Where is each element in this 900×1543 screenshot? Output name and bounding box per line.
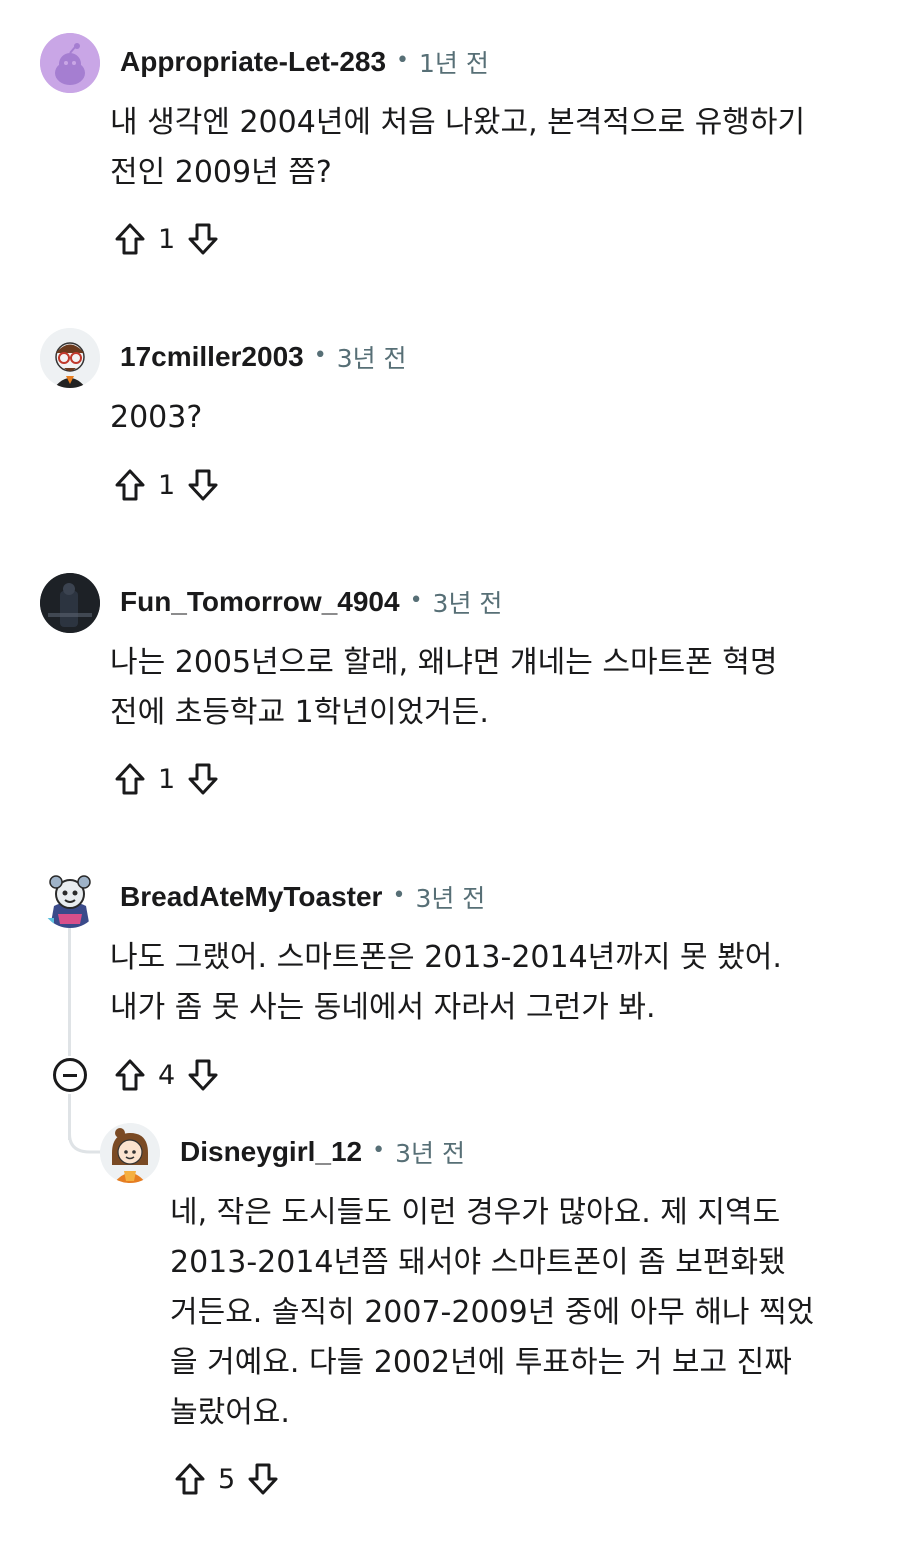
comment-line: 을 거예요. 다들 2002년에 투표하는 거 보고 진짜 xyxy=(170,1345,792,1380)
separator-dot: • xyxy=(396,47,410,73)
timestamp: 3년 전 xyxy=(415,884,486,913)
snoo-hoodie-avatar-icon[interactable] xyxy=(40,868,100,928)
comment-body: 내 생각엔 2004년에 처음 나왔고, 본격적으로 유행하기 전인 2009년… xyxy=(110,98,805,198)
username[interactable]: 17cmiller2003 xyxy=(120,341,304,373)
separator-dot: • xyxy=(409,587,423,613)
username[interactable]: Fun_Tomorrow_4904 xyxy=(120,586,400,618)
username[interactable]: BreadAteMyToaster xyxy=(120,881,382,913)
thread-line[interactable] xyxy=(68,928,71,1056)
vote-bar: 1 xyxy=(110,463,223,507)
comment-body: 네, 작은 도시들도 이런 경우가 많아요. 제 지역도 2013-2014년쯤… xyxy=(170,1188,814,1438)
comment-line: 놀랐어요. xyxy=(170,1395,290,1430)
collapse-thread-icon[interactable] xyxy=(53,1058,87,1092)
downvote-icon[interactable] xyxy=(183,217,223,261)
comment-line: 내가 좀 못 사는 동네에서 자라서 그런가 봐. xyxy=(110,990,656,1025)
downvote-icon[interactable] xyxy=(183,1053,223,1097)
vote-bar: 4 xyxy=(110,1053,223,1097)
vote-score: 1 xyxy=(158,223,176,255)
comment-line: 전에 초등학교 1학년이었거든. xyxy=(110,695,489,730)
comment-line: 나도 그랬어. 스마트폰은 2013-2014년까지 못 봤어. xyxy=(110,940,782,975)
vote-score: 4 xyxy=(158,1059,176,1091)
timestamp: 3년 전 xyxy=(395,1139,465,1168)
vote-score: 1 xyxy=(158,763,176,795)
upvote-icon[interactable] xyxy=(110,757,150,801)
comment-body: 2003? xyxy=(110,393,202,443)
dark-photo-avatar-icon[interactable] xyxy=(40,573,100,633)
comment-line: 네, 작은 도시들도 이런 경우가 많아요. 제 지역도 xyxy=(170,1195,781,1230)
comment-body: 나는 2005년으로 할래, 왜냐면 걔네는 스마트폰 혁명 전에 초등학교 1… xyxy=(110,638,778,738)
separator-dot: • xyxy=(372,1137,386,1163)
downvote-icon[interactable] xyxy=(243,1457,283,1501)
snoo-girl-avatar-icon[interactable] xyxy=(100,1123,160,1183)
vote-bar: 1 xyxy=(110,757,223,801)
vote-score: 5 xyxy=(218,1463,236,1495)
comment-line: 거든요. 솔직히 2007-2009년 중에 아무 해나 찍었 xyxy=(170,1295,815,1330)
comment-line: 나는 2005년으로 할래, 왜냐면 걔네는 스마트폰 혁명 xyxy=(110,645,778,680)
username[interactable]: Disneygirl_12 xyxy=(180,1136,362,1168)
timestamp: 1년 전 xyxy=(419,49,489,78)
upvote-icon[interactable] xyxy=(110,1053,150,1097)
separator-dot: • xyxy=(313,342,327,368)
comment-line: 2003? xyxy=(110,400,203,435)
username[interactable]: Appropriate-Let-283 xyxy=(120,46,386,78)
comment-body: 나도 그랬어. 스마트폰은 2013-2014년까지 못 봤어. 내가 좀 못 … xyxy=(110,933,782,1033)
comment-line: 2013-2014년쯤 돼서야 스마트폰이 좀 보편화됐 xyxy=(170,1245,786,1280)
upvote-icon[interactable] xyxy=(110,217,150,261)
vote-bar: 5 xyxy=(170,1457,283,1501)
downvote-icon[interactable] xyxy=(183,463,223,507)
downvote-icon[interactable] xyxy=(183,757,223,801)
vote-score: 1 xyxy=(158,469,176,501)
snoo-default-avatar-icon[interactable] xyxy=(40,33,100,93)
timestamp: 3년 전 xyxy=(336,344,407,373)
timestamp: 3년 전 xyxy=(432,589,503,618)
upvote-icon[interactable] xyxy=(110,463,150,507)
snoo-glasses-avatar-icon[interactable] xyxy=(40,328,100,388)
comment-line: 전인 2009년 쯤? xyxy=(110,155,332,190)
vote-bar: 1 xyxy=(110,217,223,261)
separator-dot: • xyxy=(392,882,406,908)
upvote-icon[interactable] xyxy=(170,1457,210,1501)
comment-line: 내 생각엔 2004년에 처음 나왔고, 본격적으로 유행하기 xyxy=(110,105,806,140)
